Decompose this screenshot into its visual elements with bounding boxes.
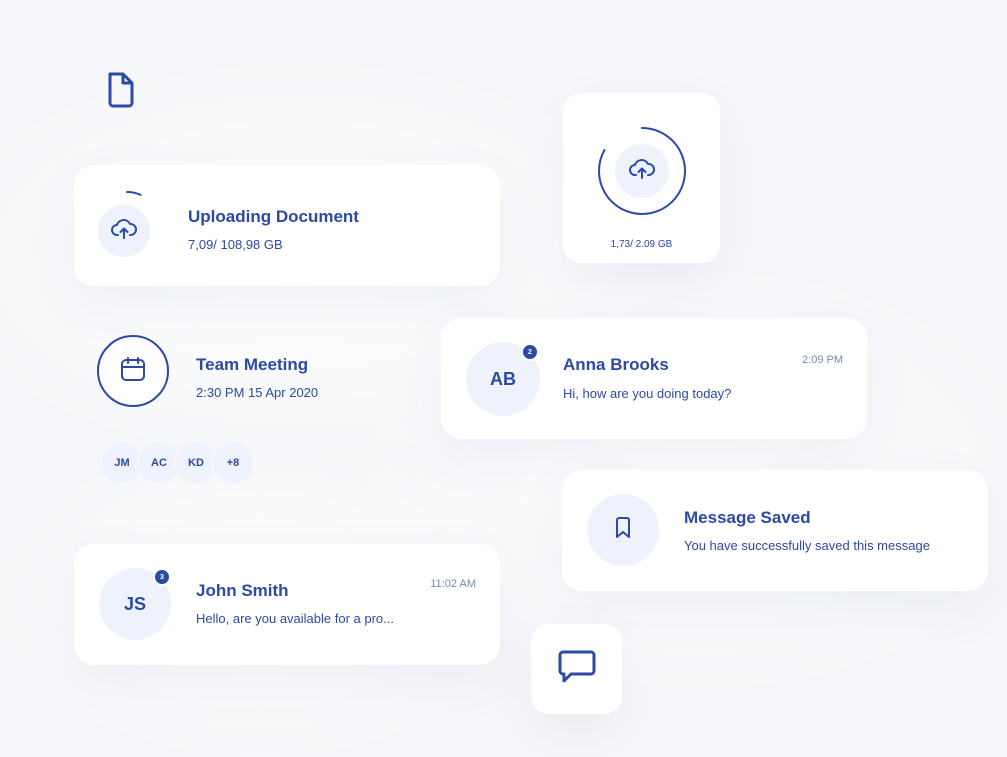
cloud-upload-icon <box>629 158 655 185</box>
upload-title: Uploading Document <box>188 207 359 226</box>
avatar-initials: AB <box>490 368 516 389</box>
meeting-title: Team Meeting <box>196 355 309 374</box>
chat-icon <box>557 648 597 691</box>
unread-badge: 2 <box>521 343 539 361</box>
chat-name: Anna Brooks <box>563 355 669 374</box>
attendee-more[interactable]: +8 <box>211 441 255 485</box>
saved-message: You have successfully saved this message <box>684 538 930 553</box>
upload-size: 7,09/ 108,98 GB <box>188 237 283 252</box>
meeting-datetime: 2:30 PM 15 Apr 2020 <box>196 385 319 400</box>
saved-title: Message Saved <box>684 508 811 527</box>
chat-message: Hello, are you available for a pro... <box>196 611 394 626</box>
upload-progress-ring <box>92 191 162 261</box>
upload-card[interactable]: Uploading Document 7,09/ 108,98 GB <box>74 165 500 286</box>
unread-badge: 3 <box>153 568 171 586</box>
calendar-icon <box>120 356 146 387</box>
message-saved-card[interactable]: Message Saved You have successfully save… <box>562 470 988 591</box>
chat-icon-button[interactable] <box>531 624 622 714</box>
chat-time: 2:09 PM <box>802 354 843 366</box>
document-icon[interactable] <box>106 70 138 110</box>
avatar-initials: JS <box>123 593 147 614</box>
bookmark-icon-circle <box>587 494 659 566</box>
chat-time: 11:02 AM <box>430 578 476 590</box>
calendar-icon-ring <box>97 335 169 407</box>
chat-message: Hi, how are you doing today? <box>563 386 732 401</box>
upload-widget-icon-circle <box>615 144 669 198</box>
bookmark-icon <box>614 516 632 544</box>
chat-name: John Smith <box>196 581 289 600</box>
upload-widget-size: 1,73/ 2.09 GB <box>610 239 673 250</box>
chat-card[interactable]: JS 3 John Smith Hello, are you available… <box>74 544 500 665</box>
chat-card[interactable]: AB 2 Anna Brooks Hi, how are you doing t… <box>441 318 867 439</box>
upload-widget[interactable]: 1,73/ 2.09 GB <box>563 93 720 263</box>
